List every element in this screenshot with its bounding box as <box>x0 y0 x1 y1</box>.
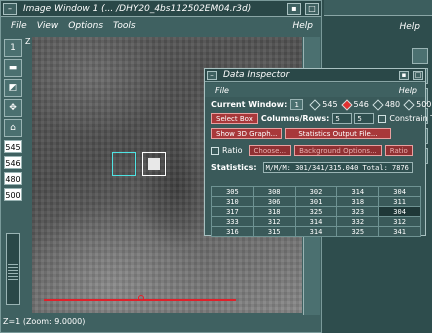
pixel-value-cell[interactable]: 301 <box>294 196 338 207</box>
inspector-menubar: File Help <box>205 83 425 97</box>
background-help-menu[interactable]: Help <box>399 22 420 32</box>
table-row: 310 306 301 318 311 <box>211 196 421 207</box>
wavelength-480-button[interactable]: 480 <box>4 172 22 185</box>
window-menu-icon[interactable]: – <box>3 2 17 15</box>
constrain-checkbox[interactable]: Constrain To <box>378 114 432 123</box>
pixel-value-cell[interactable]: 310 <box>211 196 254 207</box>
background-window-titlebar[interactable] <box>324 0 432 16</box>
wavelength-546-button[interactable]: 546 <box>4 156 22 169</box>
table-row: 333 312 314 332 312 <box>211 216 421 227</box>
menu-file[interactable]: File <box>11 21 27 31</box>
columns-input[interactable]: 5 <box>332 113 353 124</box>
pixel-value-cell[interactable]: 312 <box>378 216 421 227</box>
ratio-button[interactable]: Ratio <box>384 145 413 156</box>
inspector-minimize-icon[interactable]: ▪ <box>399 70 409 80</box>
pixel-value-cell[interactable]: 312 <box>252 216 296 227</box>
inspector-maximize-icon[interactable]: □ <box>413 70 423 80</box>
pixel-value-cell[interactable]: 314 <box>294 216 338 227</box>
selection-box-white[interactable] <box>142 152 166 176</box>
minimize-icon[interactable]: ▪ <box>287 2 301 15</box>
channel-546-radio[interactable]: 546 <box>343 100 369 109</box>
rows-input[interactable]: 5 <box>354 113 375 124</box>
menu-help[interactable]: Help <box>292 21 313 31</box>
menu-options[interactable]: Options <box>68 21 103 31</box>
pixel-value-cell[interactable]: 316 <box>211 226 254 237</box>
scale-line-marker <box>138 295 144 301</box>
table-row: 316 315 314 325 341 <box>211 226 421 237</box>
selection-box-cyan[interactable] <box>112 152 136 176</box>
move-tool-icon[interactable]: ✥ <box>4 99 22 117</box>
maximize-icon[interactable]: □ <box>305 2 319 15</box>
inspector-window-menu-icon[interactable]: – <box>207 70 217 80</box>
pixel-value-cell[interactable]: 333 <box>211 216 254 227</box>
pixel-value-cell[interactable]: 341 <box>378 226 421 237</box>
pixel-value-cell[interactable]: 318 <box>252 206 296 217</box>
home-tool-icon[interactable]: ⌂ <box>4 119 22 137</box>
pixel-value-cell[interactable]: 304 <box>378 186 421 197</box>
section-number-button[interactable]: 1 <box>4 39 22 57</box>
histogram-tool-icon[interactable]: ▬ <box>4 59 22 77</box>
pixel-value-cell[interactable]: 325 <box>294 206 338 217</box>
pixel-value-cell[interactable]: 314 <box>294 226 338 237</box>
columns-rows-label: Columns/Rows: <box>260 114 330 123</box>
inspector-menu-help[interactable]: Help <box>399 86 417 95</box>
pixel-value-cell[interactable]: 325 <box>336 226 380 237</box>
inspector-title: Data Inspector <box>223 70 290 80</box>
pixel-value-cell[interactable]: 332 <box>336 216 380 227</box>
pixel-value-cell[interactable]: 304 <box>378 206 421 217</box>
image-window-title: Image Window 1 (... /DHY20_4bs112502EM04… <box>23 3 252 14</box>
current-window-row: Current Window: 1 545 546 480 500 <box>211 99 431 110</box>
current-window-label: Current Window: <box>211 100 288 109</box>
side-tool-icon-1[interactable] <box>412 48 428 64</box>
wavelength-500-button[interactable]: 500 <box>4 188 22 201</box>
status-bar: Z=1 (Zoom: 9.0000) <box>3 317 86 326</box>
ratio-row: Ratio Choose... Background Options... Ra… <box>211 145 416 156</box>
statistics-row: Statistics: M/M/M: 301/341/315.040 Total… <box>211 162 413 173</box>
channel-480-radio[interactable]: 480 <box>374 100 400 109</box>
tool-palette: 1 ▬ ◩ ✥ ⌂ 545 546 480 500 <box>3 37 23 315</box>
show-3d-graph-button[interactable]: Show 3D Graph... <box>211 128 283 139</box>
channel-545-radio[interactable]: 545 <box>311 100 337 109</box>
pixel-value-cell[interactable]: 315 <box>252 226 296 237</box>
ratio-checkbox[interactable]: Ratio <box>211 146 243 155</box>
table-row: 317 318 325 323 304 <box>211 206 421 217</box>
menu-tools[interactable]: Tools <box>113 21 136 31</box>
table-row: 305 308 302 314 304 <box>211 186 421 197</box>
pixel-value-grid: 305 308 302 314 304 310 306 301 318 311 317 318 325 3… <box>211 186 421 237</box>
channel-500-radio[interactable]: 500 <box>405 100 431 109</box>
graph-buttons-row: Show 3D Graph... Statistics Output File.… <box>211 128 394 139</box>
image-window-titlebar[interactable]: – Image Window 1 (... /DHY20_4bs112502EM… <box>1 1 321 17</box>
pixel-value-cell[interactable]: 318 <box>336 196 380 207</box>
select-box-button[interactable]: Select Box <box>211 113 258 124</box>
inspector-menu-file[interactable]: File <box>215 86 229 95</box>
inspector-titlebar[interactable]: – Data Inspector ▪ □ <box>205 69 425 82</box>
image-menubar: File View Options Tools Help <box>1 18 321 34</box>
background-options-button[interactable]: Background Options... <box>294 145 382 156</box>
statistics-field[interactable]: M/M/M: 301/341/315.040 Total: 7876 S <box>262 162 413 173</box>
pixel-value-cell[interactable]: 311 <box>378 196 421 207</box>
pixel-value-cell[interactable]: 305 <box>211 186 254 197</box>
zoom-slider[interactable] <box>6 233 20 305</box>
pixel-value-cell[interactable]: 302 <box>294 186 338 197</box>
wavelength-545-button[interactable]: 545 <box>4 140 22 153</box>
statistics-label: Statistics: <box>211 163 257 172</box>
pixel-value-cell[interactable]: 323 <box>336 206 380 217</box>
pixel-value-cell[interactable]: 314 <box>336 186 380 197</box>
menu-view[interactable]: View <box>37 21 59 31</box>
data-inspector-window: – Data Inspector ▪ □ File Help Current W… <box>204 68 432 237</box>
contrast-tool-icon[interactable]: ◩ <box>4 79 22 97</box>
pixel-value-cell[interactable]: 317 <box>211 206 254 217</box>
choose-button[interactable]: Choose... <box>248 145 292 156</box>
z-axis-label: Z <box>25 37 31 46</box>
select-box-row: Select Box Columns/Rows: 5 5 Constrain T… <box>211 113 432 124</box>
pixel-value-cell[interactable]: 306 <box>252 196 296 207</box>
current-window-spinner[interactable]: 1 <box>290 99 304 110</box>
statistics-output-button[interactable]: Statistics Output File... <box>285 128 391 139</box>
pixel-value-cell[interactable]: 308 <box>252 186 296 197</box>
